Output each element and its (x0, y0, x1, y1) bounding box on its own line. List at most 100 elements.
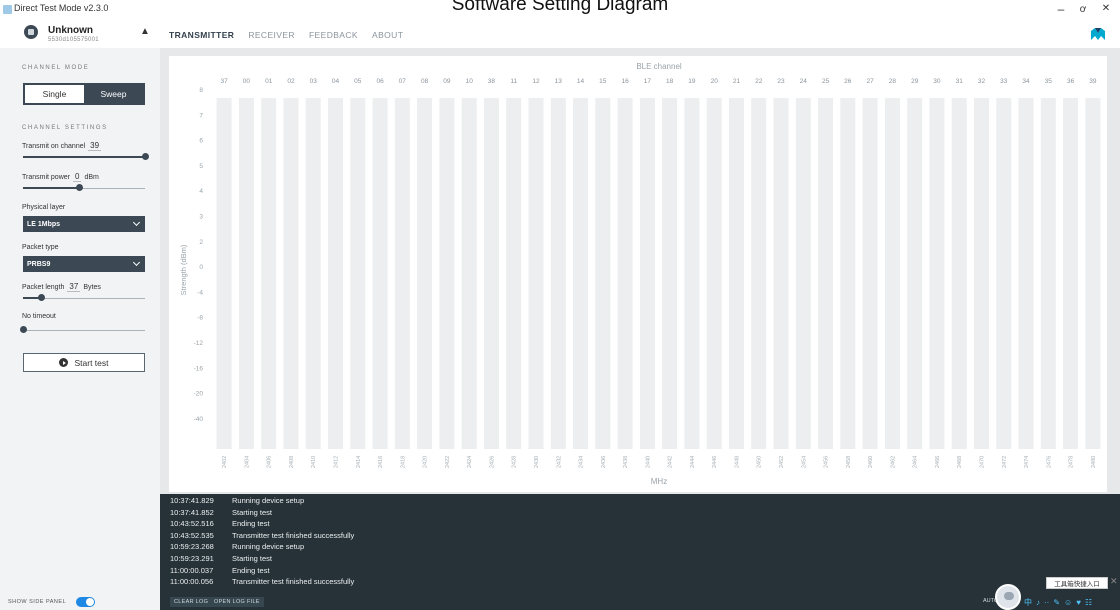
frequency-tick-label: 2454 (801, 456, 807, 468)
frequency-tick-label: 2416 (378, 456, 384, 468)
chart-bar (305, 98, 321, 449)
transmit-power-slider[interactable] (23, 184, 145, 192)
channel-tick-label: 03 (310, 78, 318, 85)
slider-handle[interactable] (76, 184, 84, 191)
shirt-icon[interactable]: ♥ (1076, 598, 1081, 608)
frequency-tick-label: 2450 (757, 456, 763, 468)
sound-icon[interactable]: ♪ (1036, 598, 1040, 608)
chart-bar (573, 98, 588, 449)
log-timestamp: 10:37:41.852 (170, 507, 214, 517)
timeout-slider[interactable] (20, 326, 145, 334)
y-tick-label: 3 (199, 214, 203, 221)
transmit-channel-value[interactable]: 39 (88, 141, 102, 151)
channel-tick-label: 39 (1089, 78, 1097, 85)
channel-tick-label: 27 (866, 78, 874, 85)
frequency-tick-label: 2442 (668, 456, 674, 468)
frequency-tick-label: 2466 (935, 456, 941, 468)
channel-tick-label: 01 (265, 78, 273, 85)
chart-area: BLE channel MHz Strength (dBm) 37 00 01 02 0… (160, 48, 1120, 494)
minimize-button[interactable]: – (1052, 2, 1070, 16)
system-tray: 中 ♪ ·· ✎ ☺ ♥ ☷ (1024, 598, 1092, 608)
device-name[interactable]: Unknown (48, 25, 93, 36)
channel-settings-title: CHANNEL SETTINGS (22, 125, 108, 131)
tab-feedback[interactable]: FEEDBACK (309, 30, 358, 40)
transmit-power-unit: dBm (84, 174, 99, 181)
start-test-button[interactable]: Start test (23, 353, 145, 372)
more-icon[interactable]: ·· (1044, 598, 1049, 608)
chart-card: BLE channel MHz Strength (dBm) 37 00 01 02 0… (169, 56, 1107, 492)
assistant-avatar-icon[interactable] (995, 584, 1021, 610)
channel-labels: 37 00 01 02 03 04 05 06 07 08 09 10 38 11 12 13 14 15 16 17… (220, 78, 1096, 85)
log-timestamp: 10:43:52.516 (170, 519, 214, 529)
physical-layer-select[interactable]: LE 1Mbps (23, 216, 145, 232)
log-panel[interactable]: 10:37:41.829 Running device setup 10:37:41… (160, 494, 1120, 594)
maximize-button[interactable]: ơ (1074, 4, 1092, 15)
eject-icon[interactable]: ▲ (140, 26, 150, 37)
slider-handle[interactable] (38, 294, 46, 301)
open-log-file-button[interactable]: OPEN LOG FILE (210, 597, 264, 607)
transmit-power-text: Transmit power (22, 174, 70, 181)
channel-tick-label: 16 (621, 78, 629, 85)
channel-tick-label: 05 (354, 78, 362, 85)
channel-mode-toggle: Single Sweep (23, 83, 145, 105)
transmit-power-value[interactable]: 0 (72, 172, 82, 182)
channel-tick-label: 36 (1067, 78, 1075, 85)
close-icon[interactable]: ✕ (1110, 576, 1118, 587)
packet-length-slider[interactable] (23, 294, 145, 302)
frequency-tick-label: 2406 (267, 456, 273, 468)
frequency-tick-label: 2438 (623, 456, 629, 468)
transmit-channel-slider[interactable] (23, 153, 149, 161)
frequency-tick-label: 2426 (489, 456, 495, 468)
y-axis-label: Strength (dBm) (179, 244, 188, 295)
frequency-tick-label: 2410 (311, 456, 317, 468)
nordic-logo-icon (1091, 28, 1105, 40)
frequency-tick-label: 2456 (824, 456, 830, 468)
clear-log-button[interactable]: CLEAR LOG (170, 597, 213, 607)
mode-sweep-button[interactable]: Sweep (84, 85, 143, 103)
close-button[interactable]: ✕ (1097, 3, 1115, 14)
ime-icon[interactable]: 中 (1024, 598, 1032, 608)
y-tick-label: -4 (197, 289, 203, 296)
frequency-tick-label: 2430 (534, 456, 540, 468)
frequency-tick-label: 2424 (467, 456, 473, 468)
chart-bar (528, 98, 544, 449)
toolbox-shortcut-button[interactable]: 工具箱快捷入口 (1046, 577, 1108, 589)
show-side-panel-toggle[interactable] (76, 597, 95, 607)
log-message: Ending test (232, 519, 270, 529)
timeout-label: No timeout (22, 313, 56, 320)
chart-bar (238, 98, 254, 449)
chart-bar (595, 98, 611, 449)
chart-bar (550, 98, 566, 449)
frequency-tick-label: 2418 (400, 456, 406, 468)
slider-handle[interactable] (20, 326, 27, 333)
packet-type-select[interactable]: PRBS9 (23, 256, 145, 272)
channel-tick-label: 26 (844, 78, 852, 85)
log-line: 11:00:00.037 Ending test (170, 565, 354, 577)
packet-length-value[interactable]: 37 (67, 282, 81, 292)
slider-handle[interactable] (142, 153, 149, 160)
y-tick-label: -20 (194, 391, 204, 398)
tool-icon[interactable]: ✎ (1053, 598, 1060, 608)
channel-tick-label: 28 (889, 78, 897, 85)
emoji-icon[interactable]: ☺ (1064, 598, 1072, 608)
channel-tick-label: 19 (688, 78, 696, 85)
log-line: 11:00:00.056 Transmitter test finished su… (170, 576, 354, 588)
title-bar: Direct Test Mode v2.3.0 Software Setting… (0, 0, 1120, 22)
tab-receiver[interactable]: RECEIVER (248, 30, 295, 40)
frequency-tick-label: 2448 (735, 456, 741, 468)
channel-tick-label: 31 (956, 78, 964, 85)
chart-bar (216, 98, 232, 449)
chart-bar (1085, 98, 1101, 449)
chart-bar (506, 98, 522, 449)
ble-channel-chart: BLE channel MHz Strength (dBm) 37 00 01 02 0… (179, 62, 1101, 486)
mode-single-button[interactable]: Single (25, 85, 84, 103)
slider-fill (23, 156, 145, 158)
frequency-tick-label: 2428 (512, 456, 518, 468)
y-tick-label: -40 (194, 416, 204, 423)
grid-icon[interactable]: ☷ (1085, 598, 1092, 608)
chart-bar (862, 98, 878, 449)
tab-about[interactable]: ABOUT (372, 30, 403, 40)
y-tick-label: 8 (199, 87, 203, 94)
device-chip-icon[interactable] (24, 25, 38, 39)
tab-transmitter[interactable]: TRANSMITTER (169, 30, 234, 40)
